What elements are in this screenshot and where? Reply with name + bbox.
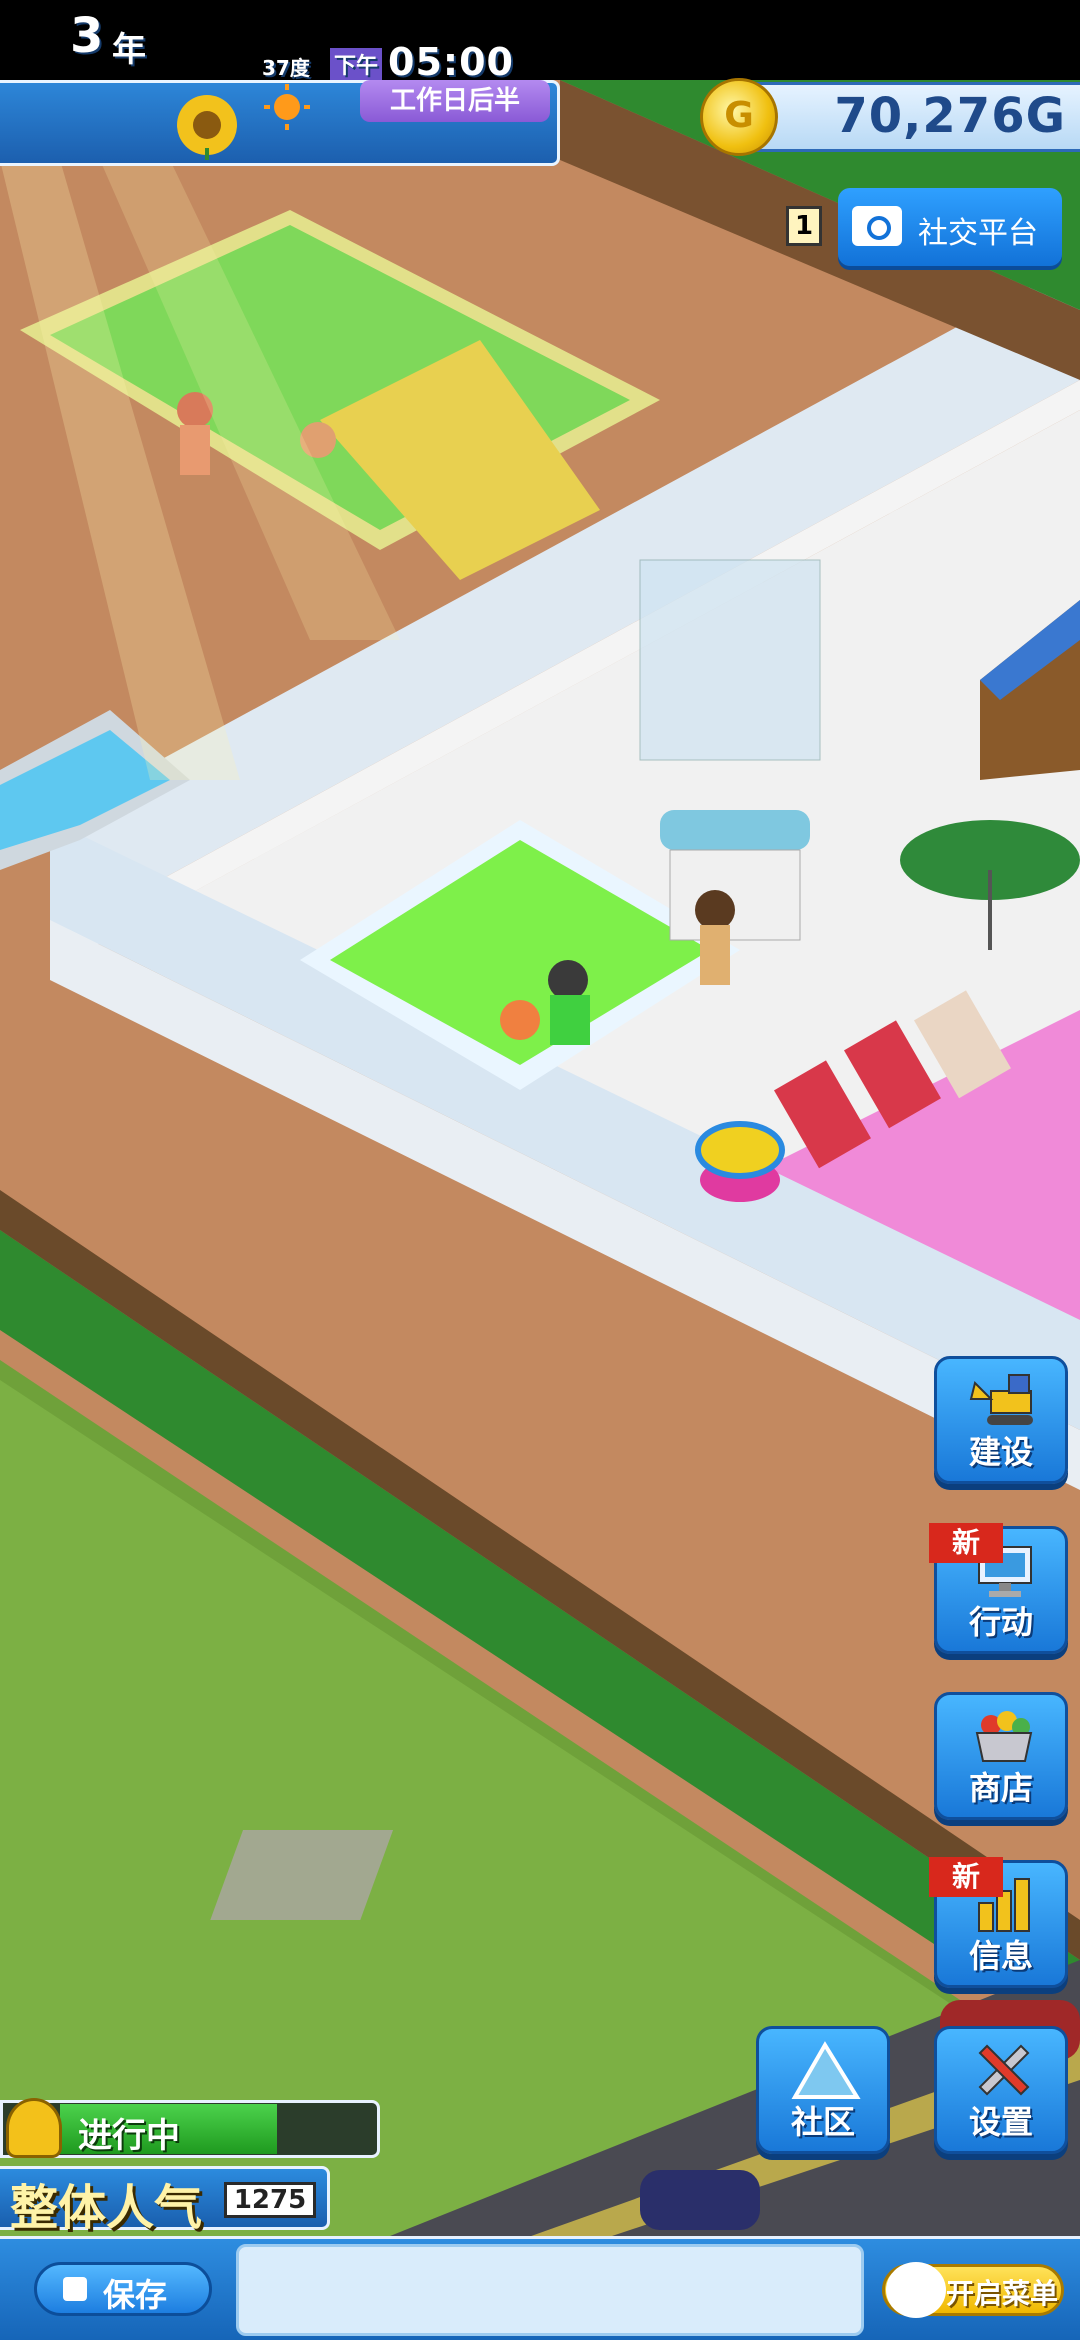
shopping-basket-icon bbox=[975, 1711, 1033, 1762]
info-button[interactable]: 新 信息 bbox=[929, 1857, 1068, 1988]
build-button[interactable]: 建设 bbox=[934, 1356, 1068, 1484]
year-number: 3 bbox=[70, 8, 104, 64]
year-unit: 年 bbox=[112, 30, 146, 70]
info-label: 信息 bbox=[968, 1937, 1033, 1975]
popularity-label: 整体人气 bbox=[10, 2180, 203, 2236]
gold-coin-icon: G bbox=[700, 78, 778, 156]
shop-button[interactable]: 商店 bbox=[934, 1692, 1068, 1820]
new-badge: 新 bbox=[929, 1857, 1003, 1897]
popularity-value: 1275 bbox=[224, 2182, 316, 2218]
sun-icon bbox=[264, 84, 310, 130]
settings-label: 设置 bbox=[968, 2103, 1033, 2141]
community-mountain-icon bbox=[791, 2041, 861, 2099]
pool-resort-scene bbox=[0, 80, 1080, 2240]
settings-button[interactable]: 设置 bbox=[934, 2026, 1068, 2154]
money-amount: 70,276G bbox=[834, 88, 1066, 144]
community-button[interactable]: 社区 bbox=[756, 2026, 890, 2154]
temperature: 37度 bbox=[262, 56, 310, 80]
build-label: 建设 bbox=[968, 1433, 1033, 1471]
bell-icon[interactable] bbox=[6, 2098, 62, 2158]
toggle-knob[interactable] bbox=[886, 2262, 946, 2318]
social-platform-label: 社交平台 bbox=[918, 216, 1038, 251]
camera-icon bbox=[852, 206, 902, 246]
message-field bbox=[236, 2244, 864, 2336]
new-badge: 新 bbox=[929, 1523, 1003, 1563]
save-icon bbox=[63, 2277, 87, 2301]
tools-icon bbox=[978, 2044, 1030, 2096]
ampm-indicator: 下午 bbox=[330, 48, 383, 80]
open-menu-label: 开启菜单 bbox=[946, 2277, 1059, 2310]
social-platform-button[interactable]: 社交平台 bbox=[838, 188, 1062, 266]
excavator-icon bbox=[969, 1374, 1033, 1425]
sunflower-icon bbox=[177, 95, 237, 160]
game-clock: 05:00 bbox=[388, 40, 514, 84]
game-world[interactable] bbox=[0, 80, 1080, 2240]
save-button[interactable]: 保存 bbox=[34, 2262, 212, 2316]
progress-label: 进行中 bbox=[78, 2116, 180, 2156]
period-badge: 工作日后半 bbox=[360, 80, 550, 122]
social-notification-count: 1 bbox=[786, 206, 822, 246]
action-button[interactable]: 新 行动 bbox=[929, 1523, 1068, 1654]
save-label: 保存 bbox=[103, 2276, 168, 2314]
shop-label: 商店 bbox=[968, 1769, 1033, 1807]
action-label: 行动 bbox=[968, 1603, 1033, 1641]
community-label: 社区 bbox=[790, 2103, 855, 2141]
